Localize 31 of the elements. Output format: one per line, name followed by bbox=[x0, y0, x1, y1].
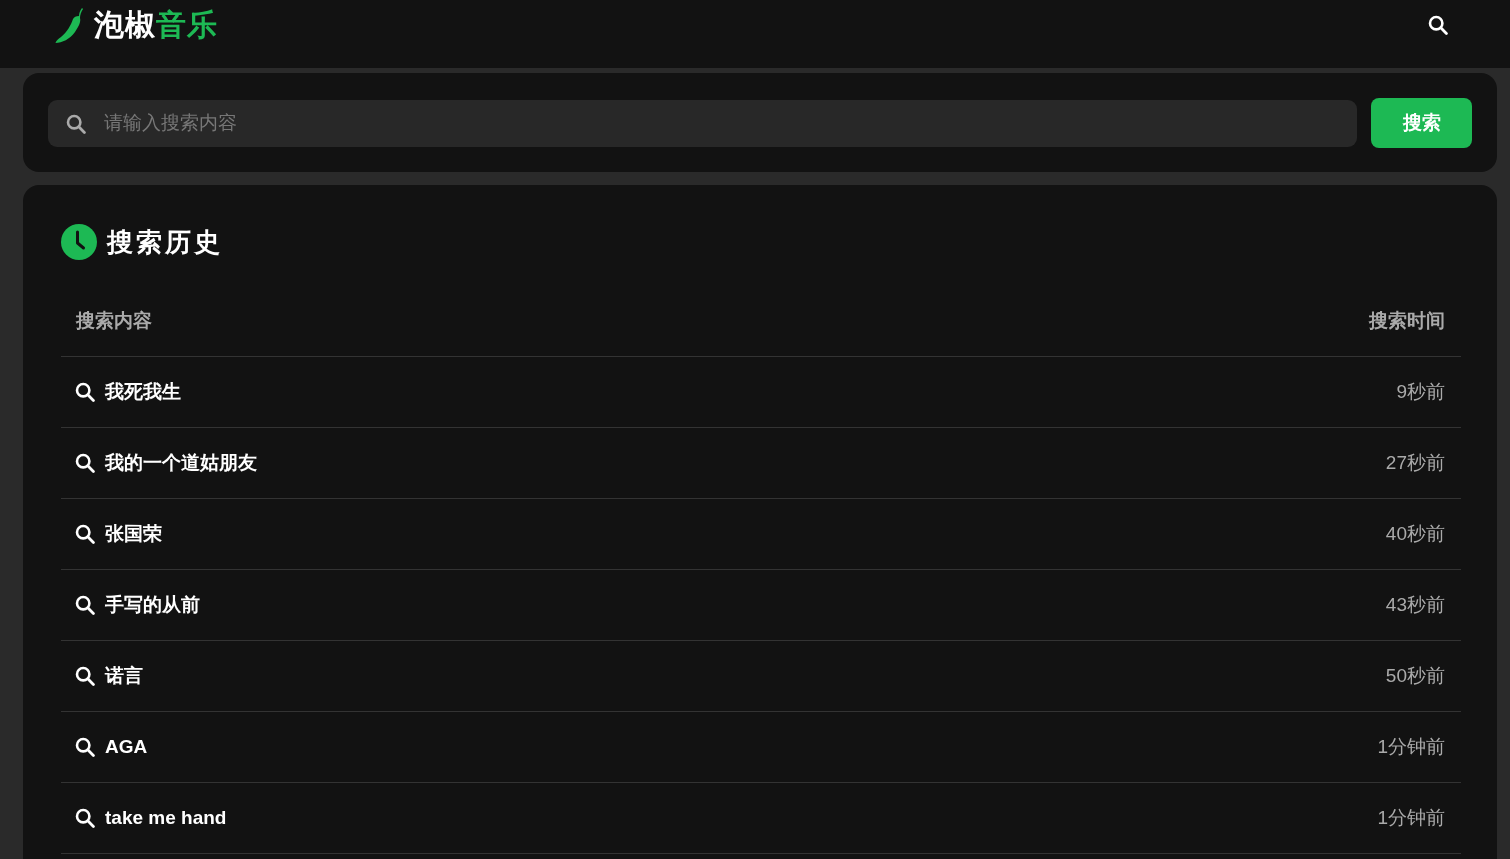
history-query[interactable]: AGA bbox=[105, 736, 148, 758]
history-time: 40秒前 bbox=[1385, 522, 1445, 546]
history-query[interactable]: 诺言 bbox=[105, 663, 143, 689]
search-icon bbox=[1428, 15, 1448, 35]
search-icon bbox=[75, 524, 95, 544]
history-query[interactable]: 手写的从前 bbox=[105, 592, 200, 618]
search-icon bbox=[75, 453, 95, 473]
history-time: 1分钟前 bbox=[1377, 735, 1445, 759]
search-icon bbox=[66, 113, 86, 134]
history-time: 1分钟前 bbox=[1377, 806, 1445, 830]
history-query[interactable]: 我死我生 bbox=[105, 379, 181, 405]
column-header: 搜索时间 bbox=[1369, 308, 1445, 333]
search-icon bbox=[75, 808, 95, 828]
history-query[interactable]: take me hand bbox=[105, 807, 227, 829]
search-icon bbox=[75, 382, 95, 402]
history-query[interactable]: 张国荣 bbox=[105, 521, 162, 547]
column-header: 搜索内容 bbox=[76, 308, 152, 333]
search-icon bbox=[75, 737, 95, 757]
history-query[interactable]: 我的一个道姑朋友 bbox=[105, 450, 257, 476]
history-time: 50秒前 bbox=[1385, 664, 1445, 688]
section-title: 搜索历史 bbox=[107, 226, 223, 259]
history-time: 43秒前 bbox=[1385, 593, 1445, 617]
chili-pepper-icon bbox=[55, 6, 86, 44]
clock-icon bbox=[61, 224, 97, 260]
search-field[interactable]: 请输入搜索内容 bbox=[48, 99, 1357, 147]
history-time: 27秒前 bbox=[1385, 451, 1445, 475]
search-icon bbox=[75, 595, 95, 615]
logo-text: 泡椒音乐 bbox=[94, 7, 218, 43]
search-icon bbox=[75, 666, 95, 686]
search-button[interactable] bbox=[1427, 14, 1449, 36]
history-time: 9秒前 bbox=[1396, 380, 1445, 404]
